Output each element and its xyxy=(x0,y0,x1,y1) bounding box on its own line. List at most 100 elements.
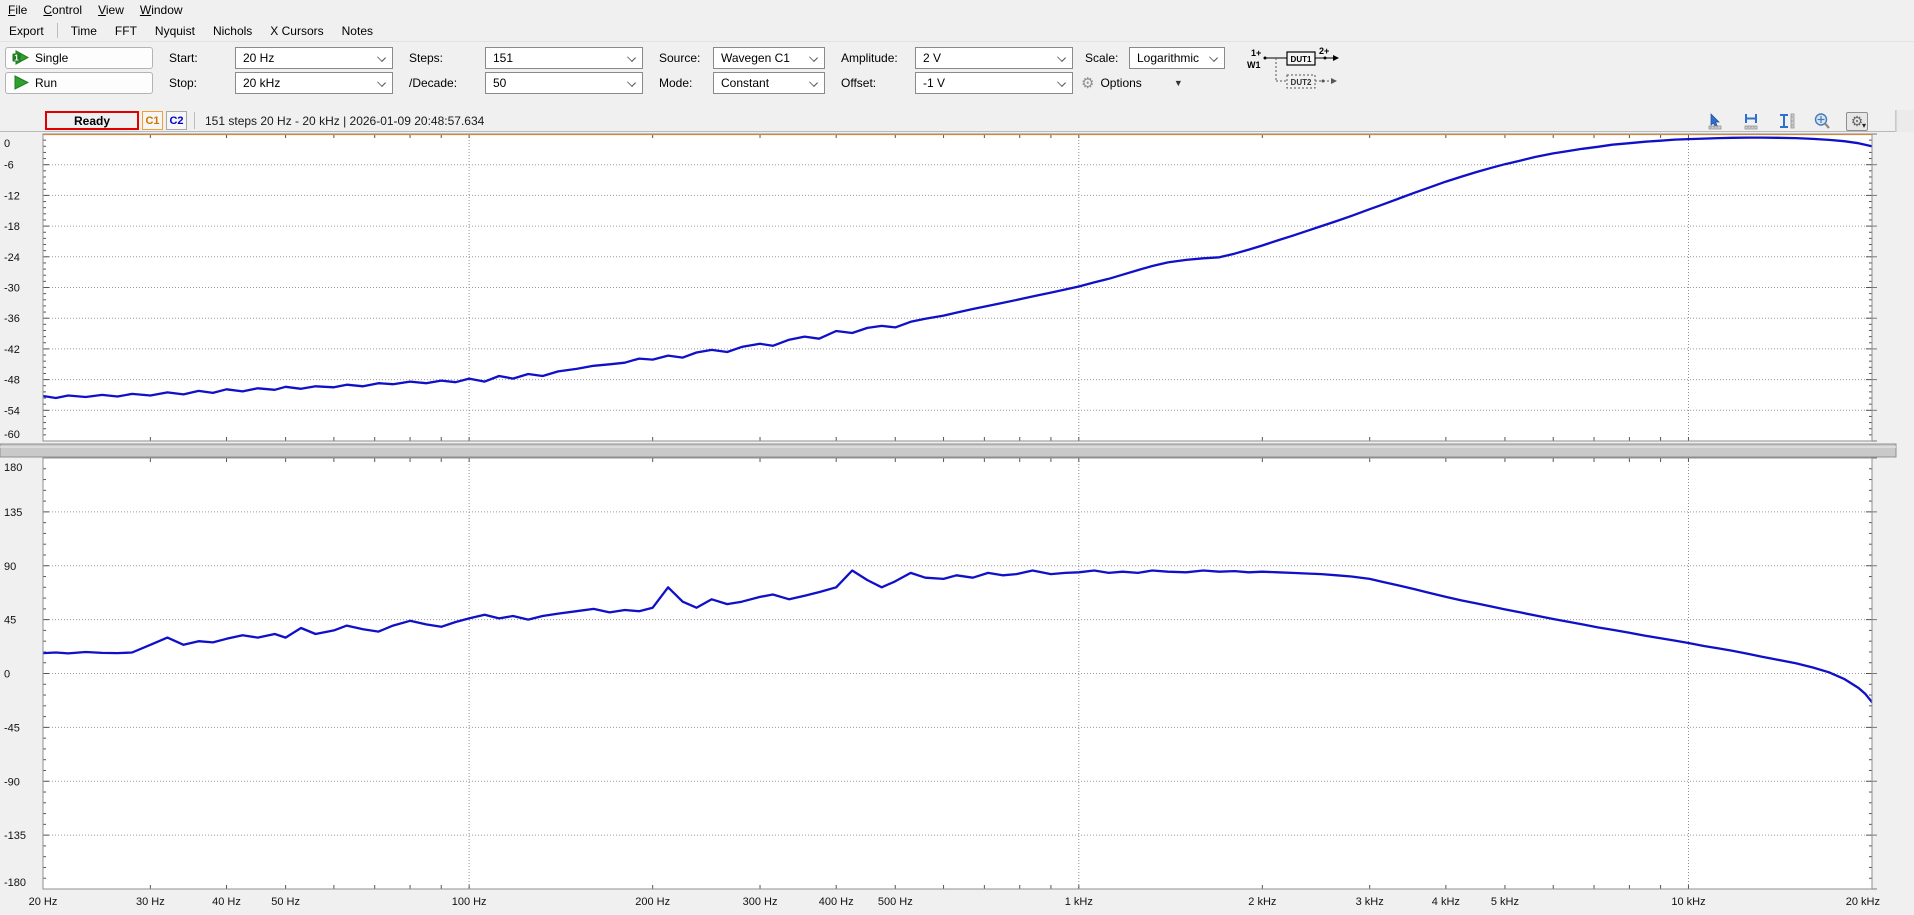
menu-notes[interactable]: Notes xyxy=(333,21,382,41)
svg-text:-18: -18 xyxy=(4,221,20,233)
scale-label: Scale: xyxy=(1077,51,1129,65)
svg-text:-6: -6 xyxy=(4,160,14,172)
horizontal-cursor-icon[interactable] xyxy=(1741,112,1763,131)
track-cursor-icon[interactable] xyxy=(1706,112,1728,131)
view-menubar: Export Time FFT Nyquist Nichols X Cursor… xyxy=(0,20,1914,42)
svg-text:20 Hz: 20 Hz xyxy=(29,896,58,908)
menu-control[interactable]: Control xyxy=(35,1,90,19)
svg-text:180: 180 xyxy=(4,462,22,474)
menu-separator xyxy=(57,23,58,38)
mode-value: Constant xyxy=(721,76,769,90)
wire-2plus-label: 2+ xyxy=(1319,46,1329,56)
svg-text:0: 0 xyxy=(4,669,10,681)
single-play-icon: 1 xyxy=(12,50,29,65)
chevron-down-icon xyxy=(809,78,818,87)
svg-text:0: 0 xyxy=(4,138,10,150)
run-button[interactable]: Run xyxy=(5,72,153,94)
chevron-down-icon xyxy=(627,53,636,62)
svg-text:400 Hz: 400 Hz xyxy=(819,896,854,908)
chevron-down-icon xyxy=(627,78,636,87)
channel-2-toggle[interactable]: C2 xyxy=(166,111,187,130)
mode-label: Mode: xyxy=(647,76,713,90)
menu-file[interactable]: File xyxy=(0,1,35,19)
start-select[interactable]: 20 Hz xyxy=(235,47,393,69)
wire-1plus-label: 1+ xyxy=(1251,48,1261,58)
svg-text:500 Hz: 500 Hz xyxy=(878,896,913,908)
gear-icon: ⚙ xyxy=(1081,74,1094,92)
steps-select[interactable]: 151 xyxy=(485,47,643,69)
svg-text:-180: -180 xyxy=(4,877,26,889)
start-value: 20 Hz xyxy=(243,51,274,65)
svg-text:200 Hz: 200 Hz xyxy=(635,896,670,908)
svg-text:45: 45 xyxy=(4,615,16,627)
stop-label: Stop: xyxy=(157,76,235,90)
amplitude-value: 2 V xyxy=(923,51,941,65)
bode-plot-canvas[interactable]: 0-6-12-18-24-30-36-42-48-54-601801359045… xyxy=(0,132,1914,915)
sweep-info-text: 151 steps 20 Hz - 20 kHz | 2026-01-09 20… xyxy=(205,114,484,128)
svg-text:30 Hz: 30 Hz xyxy=(136,896,165,908)
menu-window[interactable]: Window xyxy=(132,1,191,19)
mode-select[interactable]: Constant xyxy=(713,72,825,94)
amplitude-select[interactable]: 2 V xyxy=(915,47,1073,69)
per-decade-select[interactable]: 50 xyxy=(485,72,643,94)
svg-text:-60: -60 xyxy=(4,429,20,441)
svg-text:100 Hz: 100 Hz xyxy=(452,896,487,908)
offset-select[interactable]: -1 V xyxy=(915,72,1073,94)
svg-text:-30: -30 xyxy=(4,283,20,295)
options-label: Options xyxy=(1100,76,1141,90)
svg-text:-48: -48 xyxy=(4,375,20,387)
svg-text:-45: -45 xyxy=(4,722,20,734)
svg-text:2 kHz: 2 kHz xyxy=(1248,896,1276,908)
dut-wiring-diagram: 1+ W1 DUT1 2+ DUT2 xyxy=(1229,45,1399,96)
menu-time[interactable]: Time xyxy=(62,21,106,41)
svg-text:90: 90 xyxy=(4,561,16,573)
run-play-icon xyxy=(12,75,29,90)
scale-value: Logarithmic xyxy=(1137,51,1199,65)
stop-value: 20 kHz xyxy=(243,76,280,90)
run-button-label: Run xyxy=(35,76,57,90)
svg-text:-36: -36 xyxy=(4,313,20,325)
zoom-icon[interactable] xyxy=(1811,112,1833,131)
status-separator xyxy=(194,112,195,129)
svg-text:-24: -24 xyxy=(4,252,20,264)
channel-2-label: C2 xyxy=(169,115,183,127)
plot-toolbar-icons: ⚙ ▾ xyxy=(1706,110,1868,132)
svg-text:-90: -90 xyxy=(4,776,20,788)
steps-value: 151 xyxy=(493,51,513,65)
options-dropdown-arrow-icon: ▼ xyxy=(1174,78,1183,88)
menu-fft[interactable]: FFT xyxy=(106,21,146,41)
menu-view[interactable]: View xyxy=(90,1,132,19)
source-select[interactable]: Wavegen C1 xyxy=(713,47,825,69)
svg-text:3 kHz: 3 kHz xyxy=(1356,896,1384,908)
chevron-down-icon xyxy=(377,53,386,62)
scale-select[interactable]: Logarithmic xyxy=(1129,47,1225,69)
vertical-cursor-icon[interactable] xyxy=(1776,112,1798,131)
channel-1-toggle[interactable]: C1 xyxy=(142,111,163,130)
menu-nyquist[interactable]: Nyquist xyxy=(146,21,204,41)
single-button-label: Single xyxy=(35,51,68,65)
dut1-box-label: DUT1 xyxy=(1291,55,1312,64)
dut2-box-label: DUT2 xyxy=(1291,78,1312,87)
chevron-down-icon xyxy=(809,53,818,62)
status-badge: Ready xyxy=(45,111,139,130)
acquisition-toolbar: 1 Single Start: 20 Hz Steps: 151 Source:… xyxy=(0,42,1914,98)
main-menubar: File Control View Window xyxy=(0,0,1914,20)
wavegen-w1-label: W1 xyxy=(1247,60,1261,70)
amplitude-label: Amplitude: xyxy=(829,51,915,65)
svg-text:1: 1 xyxy=(14,54,19,63)
stop-select[interactable]: 20 kHz xyxy=(235,72,393,94)
options-button[interactable]: ⚙ Options ▼ xyxy=(1077,74,1229,92)
svg-text:5 kHz: 5 kHz xyxy=(1491,896,1519,908)
single-button[interactable]: 1 Single xyxy=(5,47,153,69)
source-value: Wavegen C1 xyxy=(721,51,790,65)
menu-x-cursors[interactable]: X Cursors xyxy=(261,21,332,41)
svg-text:-54: -54 xyxy=(4,405,20,417)
plot-settings-icon[interactable]: ⚙ ▾ xyxy=(1846,112,1868,131)
svg-text:300 Hz: 300 Hz xyxy=(743,896,778,908)
menu-nichols[interactable]: Nichols xyxy=(204,21,261,41)
plot-splitter[interactable] xyxy=(0,444,1896,457)
per-decade-value: 50 xyxy=(493,76,506,90)
steps-label: Steps: xyxy=(397,51,485,65)
menu-export[interactable]: Export xyxy=(0,21,53,41)
chevron-down-icon xyxy=(1057,78,1066,87)
